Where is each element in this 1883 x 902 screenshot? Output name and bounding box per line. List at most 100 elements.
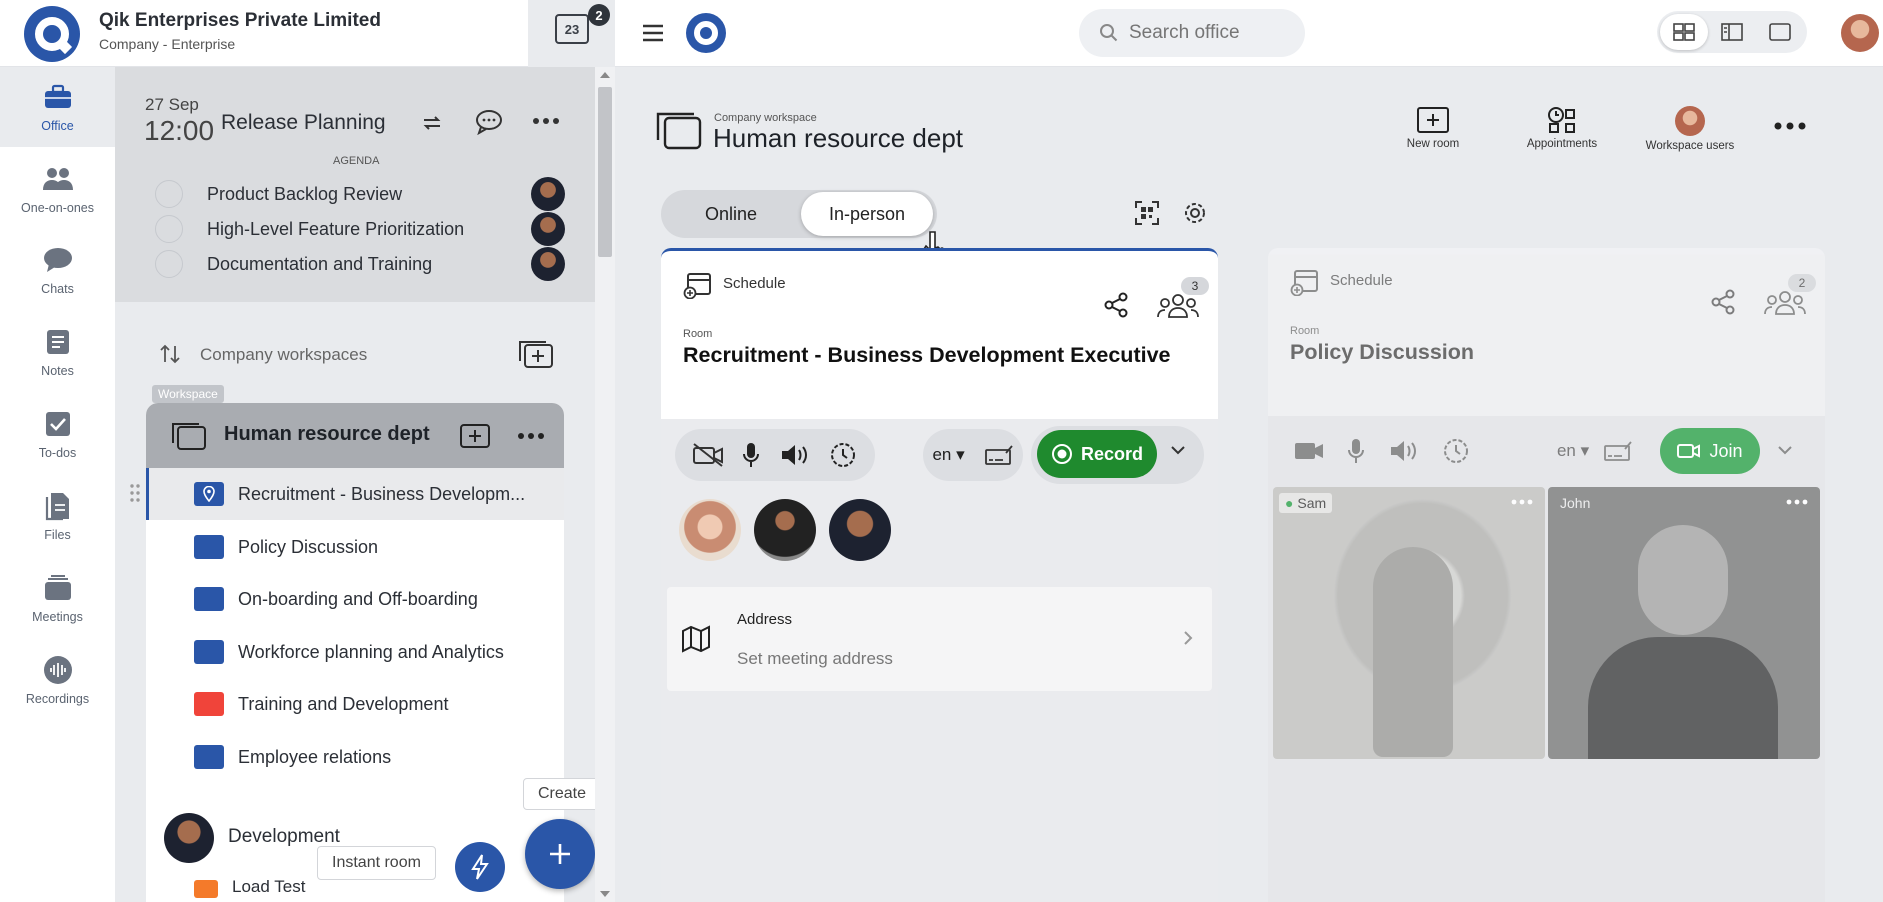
nav-files[interactable]: Files	[0, 476, 115, 556]
search-icon	[1100, 24, 1118, 42]
app-logo[interactable]	[686, 13, 726, 53]
room-color-swatch	[194, 880, 218, 898]
tile-more-icon[interactable]	[1511, 499, 1533, 505]
nav-todos[interactable]: To-dos	[0, 394, 115, 474]
settings-gear-icon[interactable]	[1181, 199, 1209, 227]
plus-icon	[550, 844, 570, 864]
schedule-label[interactable]: Schedule	[1330, 272, 1393, 289]
room-name: On-boarding and Off-boarding	[238, 588, 478, 609]
search-input[interactable]	[1129, 22, 1299, 44]
user-avatar[interactable]	[1841, 14, 1879, 52]
grid-layout-icon[interactable]	[1660, 14, 1708, 50]
split-layout-icon[interactable]	[1708, 14, 1756, 50]
agenda-checkbox[interactable]	[155, 215, 183, 243]
room-item-training[interactable]: Training and Development	[146, 678, 564, 730]
sidebar-scrollbar[interactable]	[595, 67, 615, 902]
calendar-button[interactable]: 23 2	[528, 0, 615, 67]
add-room-icon[interactable]	[459, 422, 491, 450]
room-card-policy-discussion: Schedule 2 Room Policy Discussion en ▾ J…	[1268, 248, 1825, 902]
more-options-icon[interactable]	[533, 117, 559, 125]
camera-icon[interactable]	[1293, 439, 1325, 463]
participant-avatar[interactable]	[754, 499, 816, 561]
language-select[interactable]: en ▾	[932, 445, 964, 465]
participants-icon[interactable]	[1157, 293, 1199, 319]
audio-settings-icon[interactable]	[1441, 436, 1471, 466]
in-person-tab[interactable]: In-person	[801, 192, 933, 236]
create-button[interactable]	[525, 819, 595, 889]
microphone-icon[interactable]	[1346, 437, 1366, 465]
participant-avatar[interactable]	[679, 499, 741, 561]
repeat-icon[interactable]	[420, 111, 444, 135]
audio-settings-icon[interactable]	[828, 440, 858, 470]
microphone-icon[interactable]	[741, 441, 761, 469]
record-icon	[1051, 444, 1072, 464]
room-item-workforce[interactable]: Workforce planning and Analytics	[146, 626, 564, 678]
room-label: Room	[683, 328, 713, 340]
nav-one-on-ones-label: One-on-ones	[21, 201, 94, 215]
upcoming-meeting-card[interactable]: 27 Sep 12:00 Release Planning AGENDA Pro…	[115, 67, 595, 302]
agenda-item[interactable]: High-Level Feature Prioritization	[155, 212, 565, 246]
record-button[interactable]: Record	[1037, 430, 1157, 478]
single-layout-icon[interactable]	[1756, 14, 1804, 50]
address-row[interactable]: Address Set meeting address	[667, 587, 1212, 691]
nav-chats[interactable]: Chats	[0, 230, 115, 310]
share-icon[interactable]	[1102, 291, 1130, 319]
speaker-icon[interactable]	[1388, 438, 1420, 464]
room-name[interactable]: Load Test	[232, 877, 305, 897]
nav-office[interactable]: Office	[0, 67, 115, 147]
video-tile-john[interactable]: John	[1548, 487, 1820, 759]
nav-notes-label: Notes	[41, 364, 74, 378]
add-workspace-icon[interactable]	[518, 339, 554, 369]
appointments-button[interactable]: Appointments	[1515, 106, 1609, 150]
instant-room-tooltip: Instant room	[317, 846, 436, 880]
nav-notes[interactable]: Notes	[0, 312, 115, 392]
hamburger-menu-icon[interactable]	[640, 20, 666, 46]
nav-recordings[interactable]: Recordings	[0, 640, 115, 720]
schedule-label[interactable]: Schedule	[723, 275, 786, 292]
room-item-policy-discussion[interactable]: Policy Discussion	[146, 521, 564, 573]
header-more-icon[interactable]	[1774, 122, 1806, 130]
drag-handle-icon[interactable]	[129, 483, 143, 503]
participant-avatar[interactable]	[829, 499, 891, 561]
agenda-item[interactable]: Product Backlog Review	[155, 177, 565, 211]
nav-meetings[interactable]: Meetings	[0, 558, 115, 638]
agenda-item[interactable]: Documentation and Training	[155, 247, 565, 281]
captions-icon[interactable]	[1603, 440, 1633, 462]
search-box[interactable]	[1079, 9, 1305, 57]
company-logo[interactable]	[24, 6, 80, 62]
meeting-title[interactable]: Release Planning	[221, 111, 386, 135]
chevron-down-icon[interactable]	[1169, 444, 1187, 456]
room-item-recruitment[interactable]: Recruitment - Business Developm...	[146, 468, 564, 520]
comment-icon[interactable]	[475, 109, 503, 135]
camera-off-icon[interactable]	[692, 442, 724, 468]
nav-one-on-ones[interactable]: One-on-ones	[0, 149, 115, 229]
workspace-users-button[interactable]: Workspace users	[1640, 106, 1740, 152]
captions-icon[interactable]	[984, 444, 1014, 466]
schedule-icon[interactable]	[683, 271, 713, 299]
room-item-employee-relations[interactable]: Employee relations	[146, 731, 564, 783]
workspace-more-icon[interactable]	[518, 432, 544, 440]
video-camera-icon	[1677, 444, 1701, 458]
qr-code-icon[interactable]	[1134, 200, 1160, 226]
tile-more-icon[interactable]	[1786, 499, 1808, 505]
share-icon[interactable]	[1709, 288, 1737, 316]
sort-icon[interactable]	[159, 343, 181, 365]
video-tile-sam[interactable]: ● Sam	[1273, 487, 1545, 759]
chevron-down-icon[interactable]	[1776, 444, 1794, 456]
speaker-icon[interactable]	[779, 442, 811, 468]
schedule-icon[interactable]	[1290, 268, 1320, 296]
instant-room-button[interactable]	[455, 842, 505, 892]
room-item-onboarding[interactable]: On-boarding and Off-boarding	[146, 573, 564, 625]
online-tab[interactable]: Online	[661, 190, 801, 238]
participants-icon[interactable]	[1764, 290, 1806, 316]
new-room-button[interactable]: New room	[1395, 106, 1471, 150]
layout-switcher	[1657, 11, 1807, 53]
agenda-checkbox[interactable]	[155, 250, 183, 278]
language-select[interactable]: en ▾	[1557, 441, 1589, 461]
agenda-checkbox[interactable]	[155, 180, 183, 208]
workspace-header-row[interactable]: Human resource dept	[146, 403, 564, 471]
join-button[interactable]: Join	[1660, 428, 1760, 474]
agenda-label: AGENDA	[333, 155, 380, 167]
company-name[interactable]: Qik Enterprises Private Limited	[99, 10, 381, 32]
workspace-name[interactable]: Development	[228, 826, 340, 848]
